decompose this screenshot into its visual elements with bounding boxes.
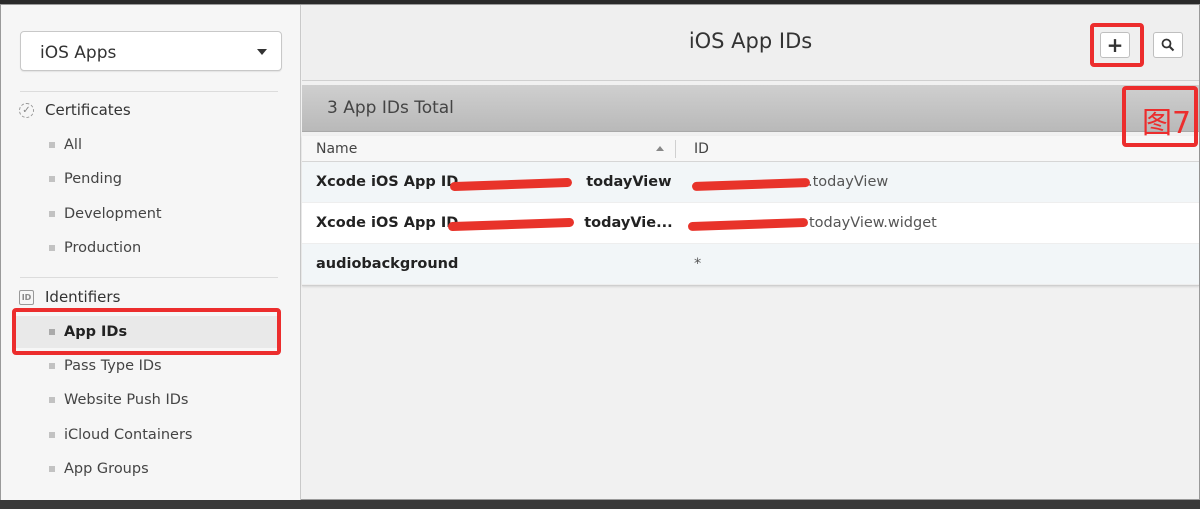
annotation-label: 图7 [1142,106,1192,141]
developer-portal-window: iOS Apps ✓ Certificates All Pending Deve… [0,4,1200,501]
app-name-text: Xcode iOS App ID [316,174,459,190]
sidebar-item-development[interactable]: Development [14,198,279,230]
app-name-suffix: todayVie... [584,215,673,231]
certificate-icon: ✓ [19,102,34,118]
bullet-icon [49,142,55,148]
chevron-down-icon [257,49,267,55]
divider [20,277,278,278]
sidebar-item-label: Production [64,240,142,256]
sidebar-item-label: Website Push IDs [64,392,189,408]
toolbar: iOS App IDs + [302,5,1199,81]
column-divider [675,140,676,158]
bullet-icon [49,211,55,217]
annotation-box-add-button [1090,23,1144,67]
bullet-icon [49,397,55,403]
bullet-icon [49,363,55,369]
section-certificates: ✓ Certificates [19,101,131,119]
bundle-id: * [694,256,702,272]
search-button[interactable] [1153,32,1183,58]
column-header-id[interactable]: ID [694,141,709,157]
sort-ascending-icon [656,146,664,151]
bullet-icon [49,176,55,182]
table-row[interactable]: Xcode iOS App ID todayVie... todayView.wi… [302,203,1199,244]
main-panel: iOS App IDs + 3 App IDs Total Name ID Xc… [302,5,1199,501]
bundle-id-suffix: todayView.widget [809,215,937,231]
table-header: Name ID [302,136,1199,162]
bullet-icon [49,432,55,438]
app-name: audiobackground [316,256,458,272]
id-icon: ID [19,289,34,305]
column-header-name[interactable]: Name [316,141,357,157]
sidebar-item-icloud-containers[interactable]: iCloud Containers [14,419,279,451]
table-row[interactable]: audiobackground * [302,244,1199,285]
totals-bar: 3 App IDs Total [302,85,1199,132]
sidebar: iOS Apps ✓ Certificates All Pending Deve… [1,5,301,501]
app-name-text: audiobackground [316,256,459,272]
sidebar-item-all[interactable]: All [14,129,279,161]
bottom-strip [0,500,1200,509]
sidebar-item-label: Pass Type IDs [64,358,162,374]
divider [20,91,278,92]
section-title: Identifiers [45,288,121,306]
table-body: Xcode iOS App ID todayView .todayView Xco… [302,162,1199,285]
app-name-suffix: todayView [586,174,672,190]
sidebar-item-production[interactable]: Production [14,232,279,264]
app-type-select[interactable]: iOS Apps [20,31,282,71]
sidebar-item-label: All [64,137,82,153]
sidebar-item-app-groups[interactable]: App Groups [14,453,279,485]
sidebar-item-label: Pending [64,171,122,187]
bullet-icon [49,245,55,251]
bullet-icon [49,466,55,472]
sidebar-item-website-push-ids[interactable]: Website Push IDs [14,384,279,416]
sidebar-item-label: Development [64,206,162,222]
sidebar-item-label: App Groups [64,461,149,477]
sidebar-item-pending[interactable]: Pending [14,163,279,195]
page-title: iOS App IDs [688,29,813,53]
app-name-text: Xcode iOS App ID [316,215,459,231]
section-identifiers: ID Identifiers [19,288,120,306]
table-row[interactable]: Xcode iOS App ID todayView .todayView [302,162,1199,203]
sidebar-item-label: iCloud Containers [64,427,193,443]
section-title: Certificates [45,101,131,119]
app-ids-table: Name ID Xcode iOS App ID todayView .today… [302,136,1199,286]
bundle-id-suffix: .todayView [808,174,889,190]
search-icon [1161,38,1175,52]
annotation-box-app-ids [12,308,281,355]
total-count: 3 App IDs Total [327,98,454,118]
app-type-select-value: iOS Apps [40,43,117,63]
